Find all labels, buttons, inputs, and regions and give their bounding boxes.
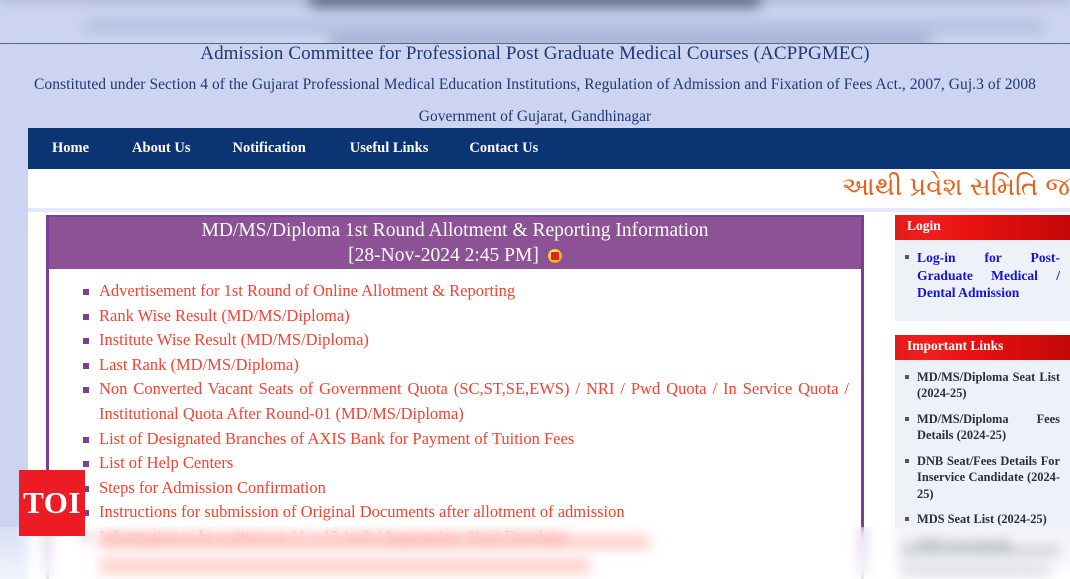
link-axis-bank-branches[interactable]: List of Designated Branches of AXIS Bank… <box>99 429 574 448</box>
list-item[interactable]: Information to be written on 11 x 15-inc… <box>49 525 861 550</box>
list-item[interactable]: List of Help Centers <box>49 451 861 476</box>
marquee-text: આથી પ્રવેશ સમિતિ જ <box>841 171 1070 201</box>
constituted-under-line: Constituted under Section 4 of the Gujar… <box>34 76 1036 93</box>
login-panel-body: Log-in for Post-Graduate Medical / Denta… <box>895 240 1070 321</box>
nav-item-home[interactable]: Home <box>52 140 89 157</box>
toi-watermark-logo: TOI <box>19 470 85 536</box>
important-links-list: MD/MS/Diploma Seat List (2024-25) MD/MS/… <box>895 369 1070 554</box>
panel-title-line-2-wrapper: [28-Nov-2024 2:45 PM] <box>49 243 861 268</box>
link-non-converted-vacant-seats[interactable]: Non Converted Vacant Seats of Government… <box>99 379 849 423</box>
list-item[interactable]: MD/MS/Diploma Seat List (2024-25) <box>895 369 1070 402</box>
right-sidebar: Login Log-in for Post-Graduate Medical /… <box>895 215 1070 579</box>
organization-title: Admission Committee for Professional Pos… <box>200 43 870 64</box>
allotment-links-list: Advertisement for 1st Round of Online Al… <box>49 279 861 550</box>
top-blurred-region <box>0 0 1070 44</box>
link-advertisement[interactable]: Advertisement for 1st Round of Online Al… <box>99 281 515 300</box>
panel-title-line-1: MD/MS/Diploma 1st Round Allotment & Repo… <box>201 220 709 241</box>
list-item[interactable]: DNB Seat/Fees Details For Inservice Cand… <box>895 453 1070 503</box>
page-root: Admission Committee for Professional Pos… <box>0 0 1070 579</box>
list-item[interactable]: List of Designated Branches of AXIS Bank… <box>49 427 861 452</box>
list-item[interactable]: Advertisement for 1st Round of Online Al… <box>49 279 861 304</box>
important-links-heading: Important Links <box>895 334 1070 360</box>
list-item[interactable]: Steps for Admission Confirmation <box>49 476 861 501</box>
list-item[interactable]: Non Converted Vacant Seats of Government… <box>49 377 861 426</box>
panel-body: Advertisement for 1st Round of Online Al… <box>49 269 861 550</box>
nav-item-contact-us[interactable]: Contact Us <box>469 140 538 157</box>
login-panel-heading: Login <box>895 215 1070 240</box>
top-blur-text-row-1 <box>85 22 1045 31</box>
main-navigation: Home About Us Notification Useful Links … <box>28 128 1070 169</box>
link-mds-seat-list[interactable]: MDS Seat List (2024-25) <box>917 512 1047 526</box>
government-line: Government of Gujarat, Gandhinagar <box>418 108 652 125</box>
nav-item-useful-links[interactable]: Useful Links <box>350 140 429 157</box>
panel-title-timestamp: [28-Nov-2024 2:45 PM] <box>348 245 539 266</box>
link-envelope-information[interactable]: Information to be written on 11 x 15-inc… <box>99 527 567 546</box>
link-rank-wise-result[interactable]: Rank Wise Result (MD/MS/Diploma) <box>99 306 350 325</box>
link-pg-login[interactable]: Log-in for Post-Graduate Medical / Denta… <box>917 250 1060 300</box>
nav-item-about-us[interactable]: About Us <box>132 140 190 157</box>
nav-item-notification[interactable]: Notification <box>232 140 305 157</box>
link-dnb-seat-fees[interactable]: DNB Seat/Fees Details For Inservice Cand… <box>917 454 1060 501</box>
list-item[interactable]: MD/MS/Diploma Fees Details (2024-25) <box>895 411 1070 444</box>
top-blur-bar-dark <box>310 0 760 6</box>
list-item[interactable]: Log-in for Post-Graduate Medical / Denta… <box>895 249 1070 302</box>
new-badge-icon <box>547 248 562 263</box>
link-mds-fees-details[interactable]: MDS Fees Details <box>917 538 1011 552</box>
link-original-documents-instructions[interactable]: Instructions for submission of Original … <box>99 502 625 521</box>
link-last-rank[interactable]: Last Rank (MD/MS/Diploma) <box>99 355 299 374</box>
allotment-information-panel: MD/MS/Diploma 1st Round Allotment & Repo… <box>46 215 864 579</box>
important-links-body: MD/MS/Diploma Seat List (2024-25) MD/MS/… <box>895 359 1070 572</box>
link-md-seat-list[interactable]: MD/MS/Diploma Seat List (2024-25) <box>917 370 1060 401</box>
announcement-marquee: આથી પ્રવેશ સમિતિ જ <box>28 169 1070 210</box>
list-item[interactable]: Instructions for submission of Original … <box>49 500 861 525</box>
list-item[interactable]: MDS Seat List (2024-25) <box>895 511 1070 528</box>
list-item[interactable]: MDS Fees Details <box>895 537 1070 554</box>
panel-title: MD/MS/Diploma 1st Round Allotment & Repo… <box>49 217 861 269</box>
link-admission-confirmation-steps[interactable]: Steps for Admission Confirmation <box>99 478 326 497</box>
link-institute-wise-result[interactable]: Institute Wise Result (MD/MS/Diploma) <box>99 330 369 349</box>
top-blur-layer <box>0 0 1070 44</box>
list-item[interactable]: Last Rank (MD/MS/Diploma) <box>49 353 861 378</box>
list-item[interactable]: Institute Wise Result (MD/MS/Diploma) <box>49 328 861 353</box>
list-item[interactable]: Rank Wise Result (MD/MS/Diploma) <box>49 304 861 329</box>
link-help-centers[interactable]: List of Help Centers <box>99 453 233 472</box>
link-md-fees-details[interactable]: MD/MS/Diploma Fees Details (2024-25) <box>917 412 1060 443</box>
band-separator <box>28 208 1070 212</box>
login-links-list: Log-in for Post-Graduate Medical / Denta… <box>895 249 1070 302</box>
site-header: Admission Committee for Professional Pos… <box>0 44 1070 129</box>
